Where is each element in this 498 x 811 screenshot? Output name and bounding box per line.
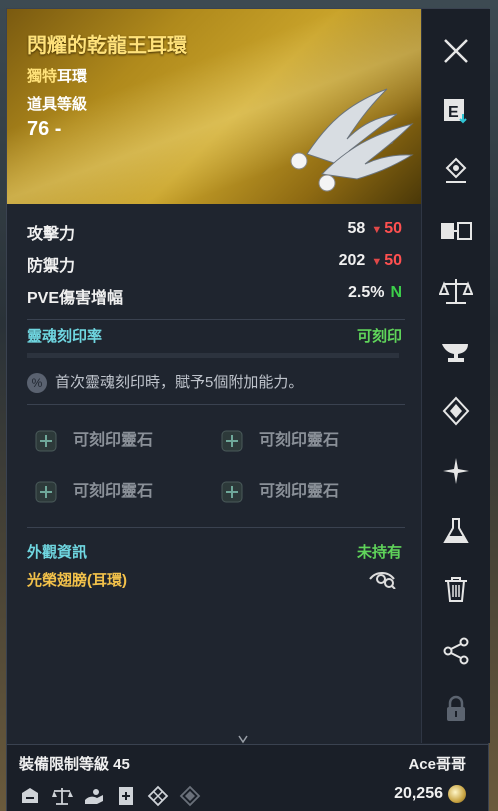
stat-value-group: 2.5% N xyxy=(348,284,402,302)
lock-button[interactable] xyxy=(434,687,478,731)
stat-diff: 50 xyxy=(384,220,402,237)
trash-icon xyxy=(445,577,467,602)
stat-value-group: 58 ▼ 50 xyxy=(348,220,402,238)
soul-stone-icon xyxy=(221,430,243,452)
compare-button[interactable] xyxy=(434,209,478,253)
appearance-status: 未持有 xyxy=(356,544,402,561)
soul-stone-slot[interactable]: 可刻印靈石 xyxy=(33,477,153,505)
alchemy-button[interactable] xyxy=(434,509,478,553)
soul-engrave-section: 靈魂刻印率 可刻印 xyxy=(27,325,402,346)
close-button[interactable] xyxy=(434,29,478,73)
close-icon xyxy=(444,39,468,63)
stat-row-pve: PVE傷害增幅 2.5% N xyxy=(27,278,402,310)
price-row: 20,256 xyxy=(394,785,466,803)
repair-button[interactable] xyxy=(434,329,478,373)
soul-stone-icon xyxy=(35,481,57,503)
discard-button[interactable] xyxy=(434,567,478,611)
awaken-gem-icon xyxy=(179,785,201,807)
preview-eye-icon[interactable] xyxy=(368,569,396,589)
equip-level-limit: 裝備限制等級 45 xyxy=(19,756,130,773)
extract-button[interactable]: E xyxy=(434,89,478,133)
soul-stone-icon xyxy=(221,481,243,503)
enchant-button[interactable] xyxy=(434,389,478,433)
stat-list: 攻擊力 58 ▼ 50 防禦力 202 ▼ 50 PVE傷害增幅 2.5% N xyxy=(27,214,402,310)
item-name: 閃耀的乾龍王耳環 xyxy=(27,35,187,57)
stat-value-group: 202 ▼ 50 xyxy=(339,252,402,270)
pin-icon xyxy=(445,157,467,183)
stat-diff: 50 xyxy=(384,252,402,269)
item-header: 閃耀的乾龍王耳環 獨特耳環 道具等級 76 - xyxy=(7,9,421,204)
soul-stone-slot[interactable]: 可刻印靈石 xyxy=(219,426,339,454)
trade-hand-icon xyxy=(85,789,103,804)
item-footer: 裝備限制等級 45 Ace哥哥 20,256 xyxy=(7,744,488,811)
slot-label: 可刻印靈石 xyxy=(259,483,340,500)
stat-value: 202 xyxy=(338,252,366,269)
earring-wings-icon xyxy=(290,88,414,192)
item-type: 獨特耳環 xyxy=(27,65,87,86)
seller-name: Ace哥哥 xyxy=(408,756,466,773)
share-icon xyxy=(443,637,469,665)
item-level-label: 道具等級 xyxy=(27,96,88,113)
flask-icon xyxy=(443,518,469,543)
svg-text:E: E xyxy=(448,104,459,121)
divider xyxy=(27,527,405,528)
soul-engrave-note: % 首次靈魂刻印時，賦予5個附加能力。 xyxy=(27,371,304,394)
appearance-section: 外觀資訊 未持有 xyxy=(27,541,402,562)
new-badge: N xyxy=(390,284,402,301)
anvil-icon xyxy=(442,344,468,362)
lock-icon xyxy=(447,695,465,721)
item-tooltip-panel: 閃耀的乾龍王耳環 獨特耳環 道具等級 76 - 攻擊力 58 ▼ 50 防禦力 20… xyxy=(6,8,490,811)
item-details: 閃耀的乾龍王耳環 獨特耳環 道具等級 76 - 攻擊力 58 ▼ 50 防禦力 20… xyxy=(7,9,421,743)
stat-label: 防禦力 xyxy=(27,258,76,275)
decrease-arrow-icon: ▼ xyxy=(371,256,383,268)
divider xyxy=(27,404,405,405)
slot-label: 可刻印靈石 xyxy=(259,432,340,449)
appraise-button[interactable] xyxy=(434,269,478,313)
storage-icon xyxy=(22,788,38,803)
soul-stone-slot[interactable]: 可刻印靈石 xyxy=(33,426,153,454)
extract-icon: E xyxy=(444,99,467,124)
appearance-name: 光榮翅膀(耳環) xyxy=(27,572,127,589)
slot-label: 可刻印靈石 xyxy=(73,483,154,500)
stat-label: 攻擊力 xyxy=(27,226,76,243)
divider xyxy=(27,319,405,320)
stat-row-attack: 攻擊力 58 ▼ 50 xyxy=(27,214,402,246)
item-rarity: 獨特 xyxy=(27,68,58,85)
soul-engrave-label: 靈魂刻印率 xyxy=(27,328,103,345)
scale-icon xyxy=(52,788,73,805)
compare-icon xyxy=(441,222,472,240)
sparkle-icon xyxy=(443,458,469,484)
stat-value: 2.5% xyxy=(347,284,385,301)
soul-engrave-bar xyxy=(27,353,399,358)
appearance-name-row: 光榮翅膀(耳環) xyxy=(27,569,402,590)
share-button[interactable] xyxy=(434,629,478,673)
enchant-icon xyxy=(442,396,470,426)
slot-label: 可刻印靈石 xyxy=(73,432,154,449)
book-plus-icon xyxy=(119,787,133,805)
stat-row-defense: 防禦力 202 ▼ 50 xyxy=(27,246,402,278)
gem-lattice-icon xyxy=(147,785,169,807)
action-rail: E xyxy=(421,9,490,743)
scale-icon xyxy=(439,279,473,304)
soul-stone-icon xyxy=(35,430,57,452)
appearance-label: 外觀資訊 xyxy=(27,544,88,561)
awaken-button[interactable] xyxy=(434,449,478,493)
stat-label: PVE傷害增幅 xyxy=(27,290,124,307)
item-level-value: 76 - xyxy=(27,118,62,140)
note-text: 首次靈魂刻印時，賦予5個附加能力。 xyxy=(55,374,304,391)
item-kind: 耳環 xyxy=(57,68,88,85)
price-value: 20,256 xyxy=(394,785,443,803)
decrease-arrow-icon: ▼ xyxy=(371,224,383,236)
trade-flags xyxy=(19,785,201,807)
soul-stone-slot[interactable]: 可刻印靈石 xyxy=(219,477,339,505)
stat-value: 58 xyxy=(347,220,366,237)
soul-engrave-status: 可刻印 xyxy=(356,328,402,345)
pin-button[interactable] xyxy=(434,149,478,193)
coin-icon xyxy=(448,785,466,803)
percent-icon: % xyxy=(27,373,47,394)
